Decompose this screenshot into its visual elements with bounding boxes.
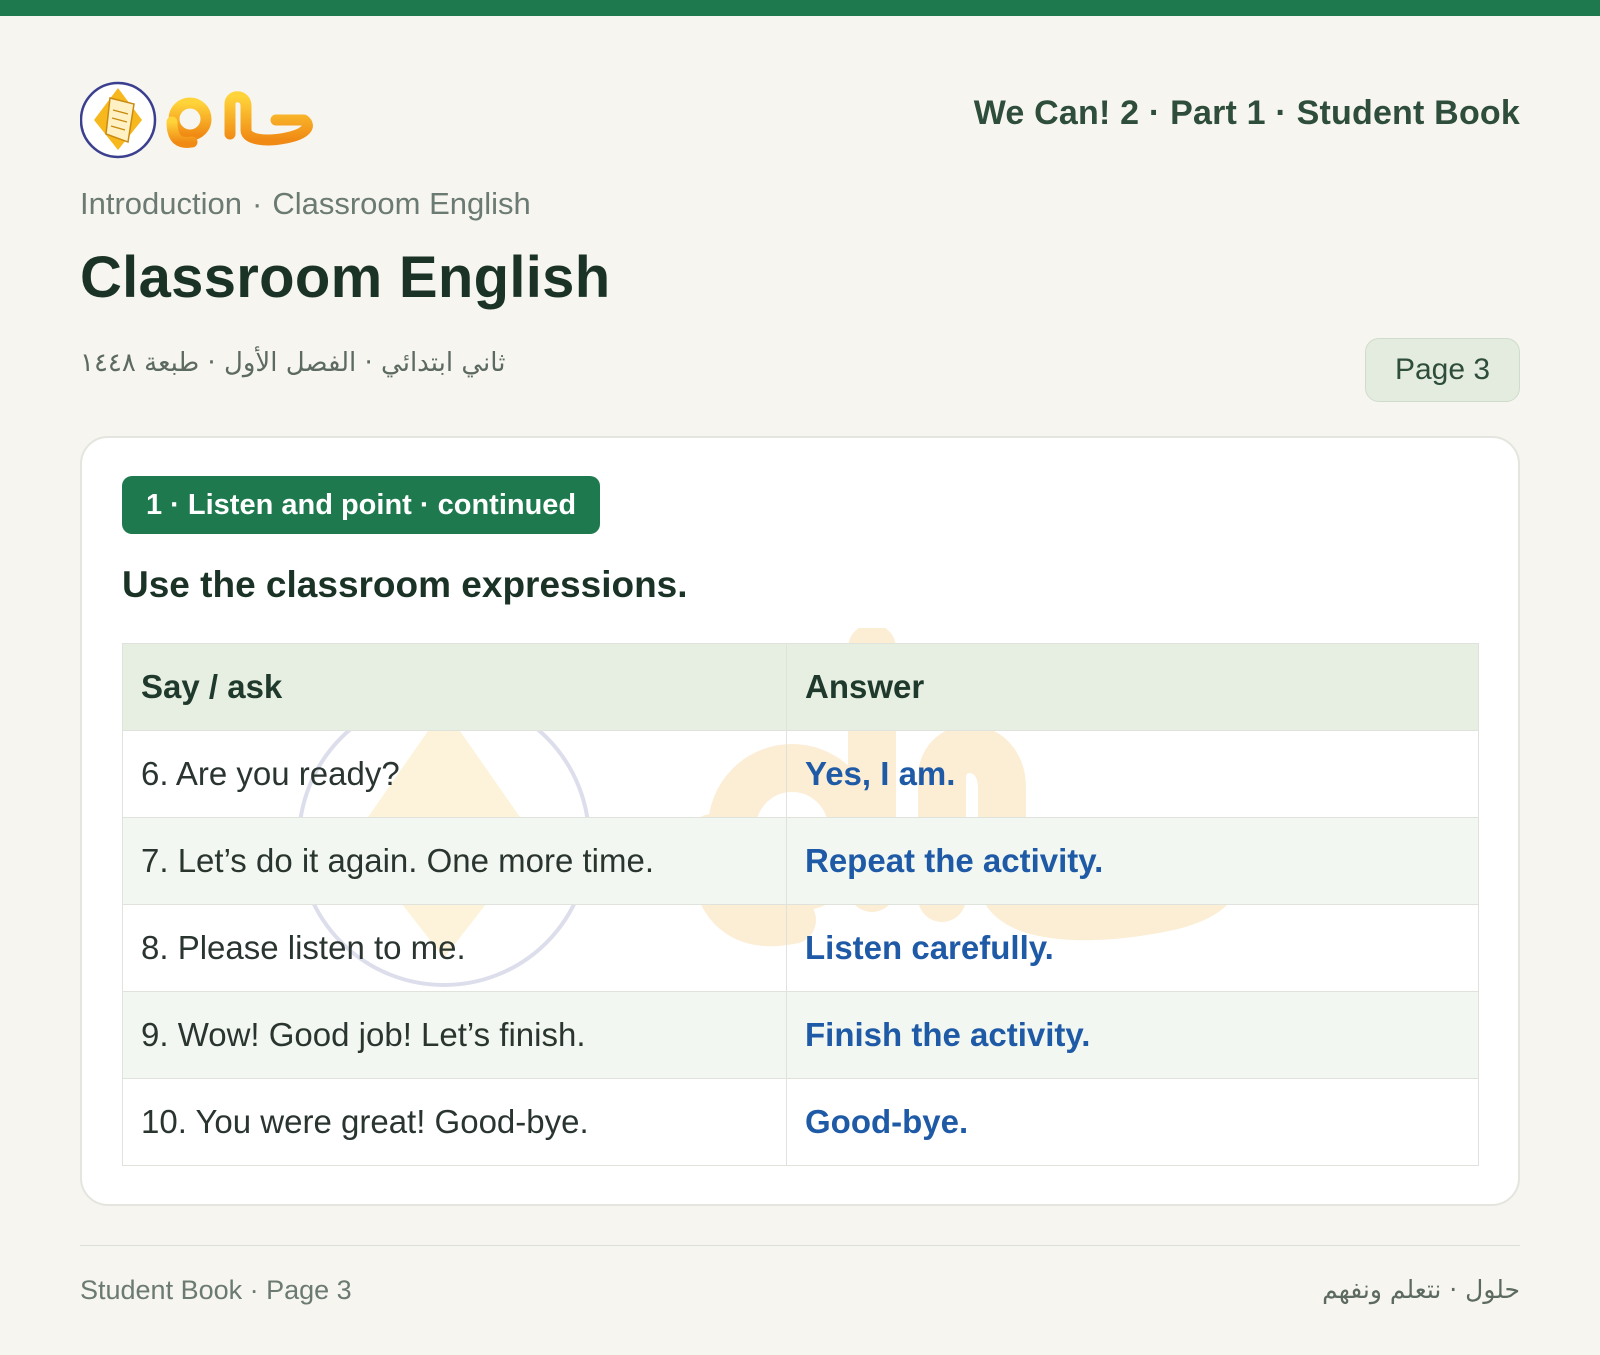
logo-wordmark <box>166 68 313 148</box>
footer-divider <box>80 1245 1520 1246</box>
say-cell: 9. Wow! Good job! Let’s finish. <box>122 991 787 1079</box>
top-accent-bar <box>0 0 1600 16</box>
answer-cell: Repeat the activity. <box>786 817 1479 905</box>
section-label: 1 · Listen and point · continued <box>122 476 601 534</box>
answer-cell: Listen carefully. <box>786 904 1479 992</box>
instruction: Use the classroom expressions. <box>122 564 688 605</box>
table-row: 7. Let’s do it again. One more time. Rep… <box>122 817 1479 905</box>
footer-brand-tagline: حلول · نتعلم ونفهم <box>1322 1275 1520 1304</box>
say-cell: 6. Are you ready? <box>122 730 787 818</box>
breadcrumb-separator: · <box>252 186 263 221</box>
breadcrumb: Introduction · Classroom English <box>80 186 531 222</box>
table-row: 10. You were great! Good-bye. Good-bye. <box>122 1078 1479 1166</box>
breadcrumb-item-classroom-english[interactable]: Classroom English <box>272 186 530 221</box>
answer-cell: Good-bye. <box>786 1078 1479 1166</box>
footer-book-page: Student Book · Page 3 <box>80 1275 352 1305</box>
table-row: 6. Are you ready? Yes, I am. <box>122 730 1479 818</box>
table-row: 9. Wow! Good job! Let’s finish. Finish t… <box>122 991 1479 1079</box>
answer-cell: Finish the activity. <box>786 991 1479 1079</box>
table-header-row: Say / ask Answer <box>122 643 1479 731</box>
column-header-answer: Answer <box>786 643 1479 731</box>
breadcrumb-item-introduction[interactable]: Introduction <box>80 186 242 221</box>
table-row: 8. Please listen to me. Listen carefully… <box>122 904 1479 992</box>
page-badge: Page 3 <box>1365 338 1520 402</box>
say-cell: 8. Please listen to me. <box>122 904 787 992</box>
book-in-circle-icon <box>80 81 157 159</box>
expressions-table: Say / ask Answer 6. Are you ready? Yes, … <box>122 643 1479 1166</box>
exercise-card: 1 · Listen and point · continued Use the… <box>80 436 1520 1206</box>
say-cell: 10. You were great! Good-bye. <box>122 1078 787 1166</box>
say-cell: 7. Let’s do it again. One more time. <box>122 817 787 905</box>
book-title: We Can! 2 · Part 1 · Student Book <box>973 94 1520 132</box>
column-header-say-ask: Say / ask <box>122 643 787 731</box>
grade-term-edition: ثاني ابتدائي · الفصل الأول · طبعة ١٤٤٨ <box>80 348 506 378</box>
answer-cell: Yes, I am. <box>786 730 1479 818</box>
page-title: Classroom English <box>80 245 611 310</box>
brand-logo <box>80 68 313 159</box>
